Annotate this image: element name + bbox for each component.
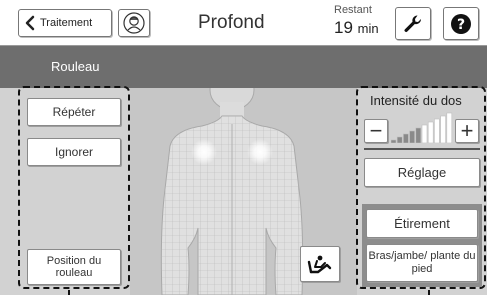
- intensity-level-step: [396, 136, 403, 144]
- intensity-level-step: [403, 133, 409, 144]
- minus-label: −: [369, 118, 383, 143]
- intensity-level-step: [427, 121, 434, 144]
- ignore-button[interactable]: Ignorer: [27, 138, 121, 166]
- intensity-level-step: [390, 139, 397, 144]
- intensity-level-step: [434, 118, 440, 144]
- back-button-label: Traitement: [40, 17, 93, 29]
- user-face-icon: [123, 12, 145, 34]
- remaining-label: Restant: [334, 4, 372, 16]
- remaining-time: Restant 19 min: [334, 4, 394, 37]
- roller-position-button[interactable]: Position du rouleau: [27, 249, 121, 285]
- help-icon: ?: [451, 13, 471, 34]
- stretch-button[interactable]: Étirement: [366, 209, 478, 238]
- repeat-button-label: Répéter: [52, 105, 96, 119]
- intensity-minus-button[interactable]: −: [364, 119, 388, 143]
- adjust-button-label: Réglage: [397, 165, 447, 180]
- repeat-button[interactable]: Répéter: [27, 98, 121, 126]
- wrench-icon: [404, 14, 422, 32]
- arm-leg-foot-label: Bras/jambe/ plante du pied: [368, 250, 476, 275]
- remaining-readout: 19 min: [334, 19, 394, 36]
- user-profile-button[interactable]: [118, 9, 150, 37]
- mode-band: Rouleau: [0, 46, 487, 88]
- remaining-value: 19: [334, 18, 353, 37]
- settings-button[interactable]: [395, 7, 431, 40]
- stretch-button-label: Étirement: [394, 216, 450, 231]
- plus-label: +: [460, 118, 474, 143]
- intensity-divider: [364, 148, 480, 150]
- ignore-button-label: Ignorer: [54, 145, 94, 159]
- left-group-pointer: [68, 290, 70, 295]
- intensity-level-indicator: [390, 111, 453, 144]
- right-group-pointer: [428, 290, 430, 295]
- arm-leg-foot-button[interactable]: Bras/jambe/ plante du pied: [366, 244, 478, 282]
- chevron-left-icon: [25, 15, 35, 31]
- help-button[interactable]: ?: [443, 7, 479, 40]
- recline-icon: [307, 255, 332, 274]
- header-bar: Traitement Profond Restant 19 min ?: [0, 0, 487, 46]
- recline-button[interactable]: [300, 246, 340, 282]
- intensity-level-step: [446, 112, 453, 144]
- intensity-level-step: [421, 124, 428, 144]
- page-title: Profond: [198, 12, 265, 33]
- intensity-level-step: [440, 115, 446, 144]
- intensity-title: Intensité du dos: [370, 93, 462, 108]
- roller-position-label: Position du rouleau: [46, 254, 102, 279]
- mode-label: Rouleau: [51, 59, 100, 74]
- intensity-plus-button[interactable]: +: [455, 119, 479, 143]
- intensity-level-step: [409, 130, 415, 144]
- remaining-unit: min: [357, 21, 379, 36]
- intensity-level-step: [415, 127, 422, 144]
- back-button[interactable]: Traitement: [18, 9, 112, 37]
- adjust-button[interactable]: Réglage: [364, 158, 480, 187]
- svg-text:?: ?: [457, 17, 465, 33]
